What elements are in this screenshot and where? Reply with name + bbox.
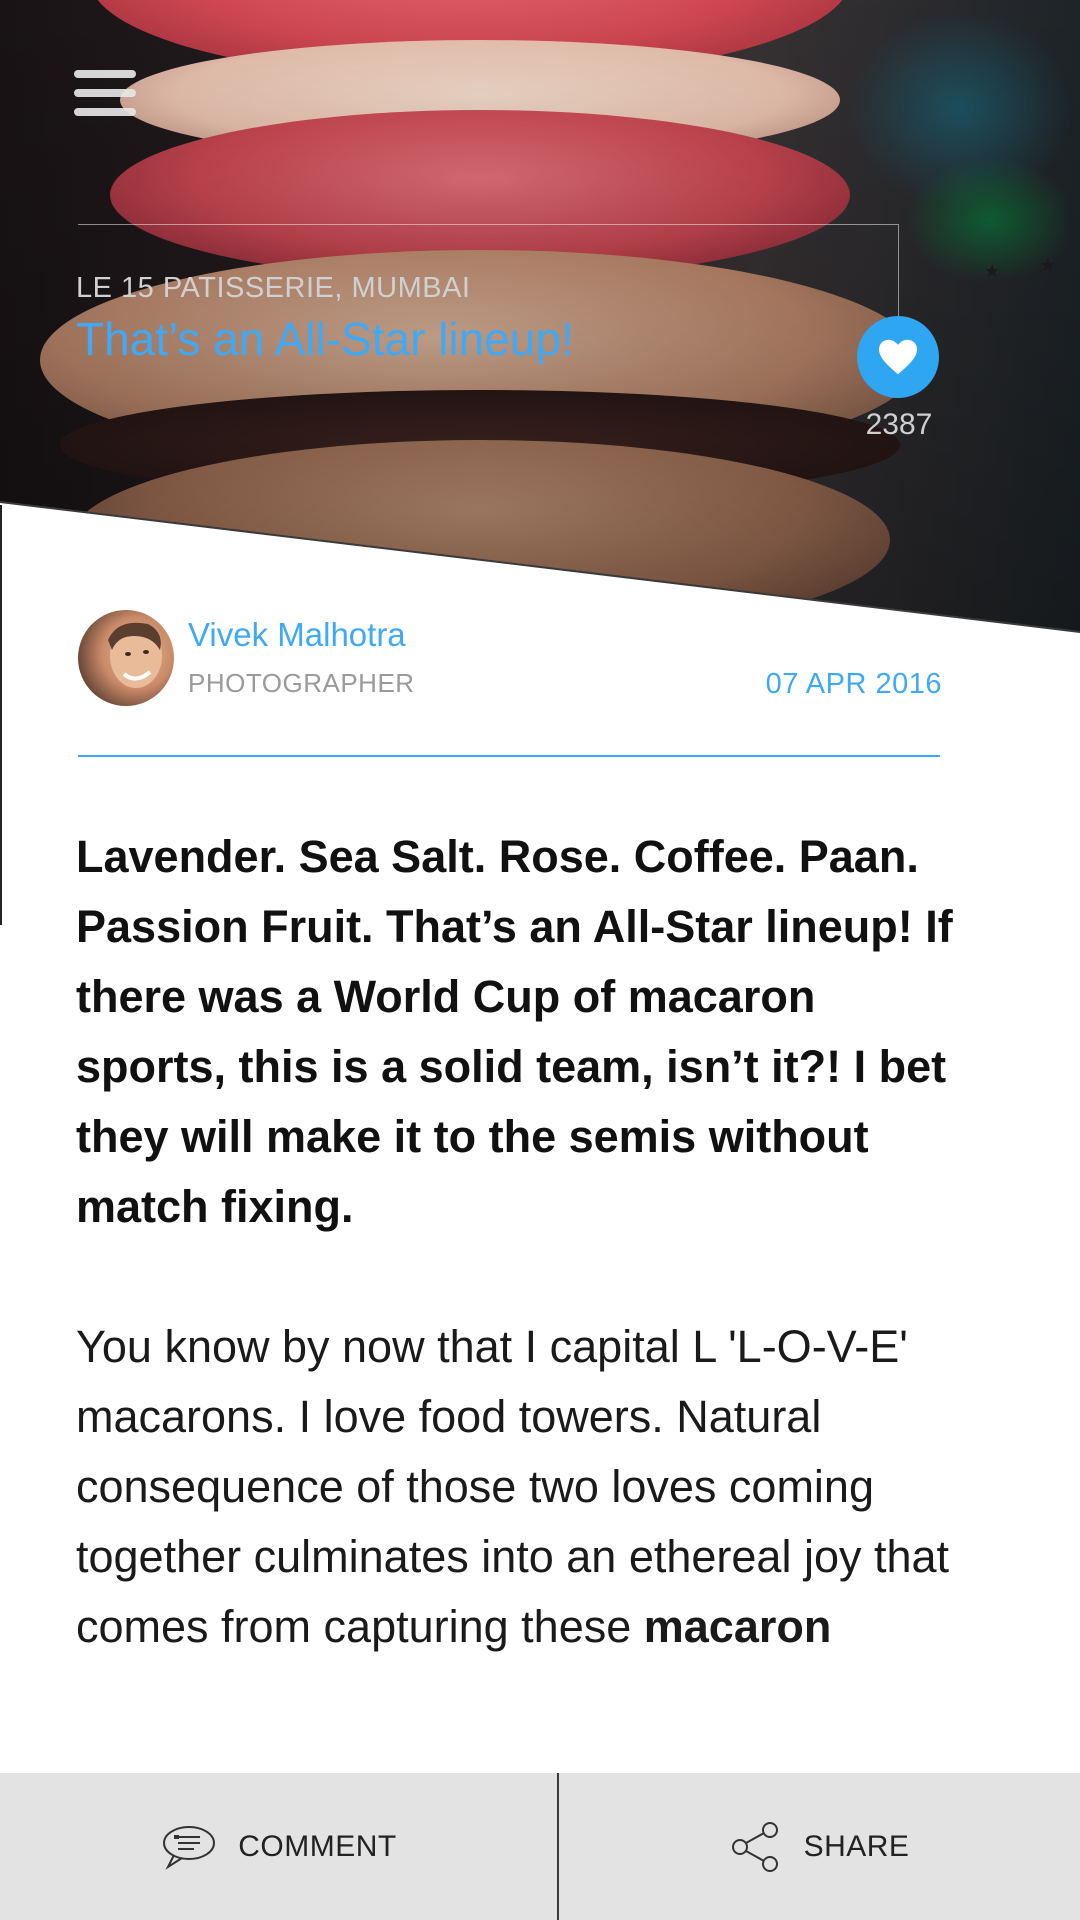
article-body: You know by now that I capital L 'L-O-V-… bbox=[76, 1312, 976, 1662]
share-icon bbox=[731, 1821, 778, 1872]
left-edge-line bbox=[0, 505, 2, 925]
comment-button[interactable]: COMMENT bbox=[0, 1773, 557, 1920]
bottom-action-bar: COMMENT SHARE bbox=[0, 1773, 1080, 1920]
post-title: That’s an All-Star lineup! bbox=[76, 313, 574, 365]
star-icon: ★ bbox=[1040, 255, 1057, 275]
frame-line bbox=[78, 224, 898, 225]
article-body-bold: macaron bbox=[643, 1601, 832, 1652]
post-date: 07 APR 2016 bbox=[765, 668, 942, 700]
comment-icon bbox=[163, 1825, 216, 1870]
menu-bar bbox=[74, 108, 136, 116]
frame-line bbox=[898, 224, 899, 316]
menu-button[interactable] bbox=[74, 70, 136, 116]
comment-label: COMMENT bbox=[238, 1829, 397, 1863]
author-name[interactable]: Vivek Malhotra bbox=[188, 616, 406, 654]
star-icon: ★ bbox=[984, 261, 1001, 281]
avatar-face bbox=[108, 622, 162, 688]
heart-icon bbox=[879, 339, 917, 375]
menu-bar bbox=[74, 70, 136, 78]
like-button[interactable] bbox=[857, 316, 939, 398]
avatar[interactable] bbox=[78, 610, 174, 706]
like-count: 2387 bbox=[865, 408, 933, 441]
menu-bar bbox=[74, 89, 136, 97]
share-button[interactable]: SHARE bbox=[559, 1773, 1080, 1920]
share-label: SHARE bbox=[803, 1829, 910, 1863]
location-label: LE 15 PATISSERIE, MUMBAI bbox=[76, 272, 471, 304]
article-lead: Lavender. Sea Salt. Rose. Coffee. Paan. … bbox=[76, 831, 953, 1232]
author-role: PHOTOGRAPHER bbox=[188, 668, 415, 698]
section-divider bbox=[78, 755, 940, 757]
